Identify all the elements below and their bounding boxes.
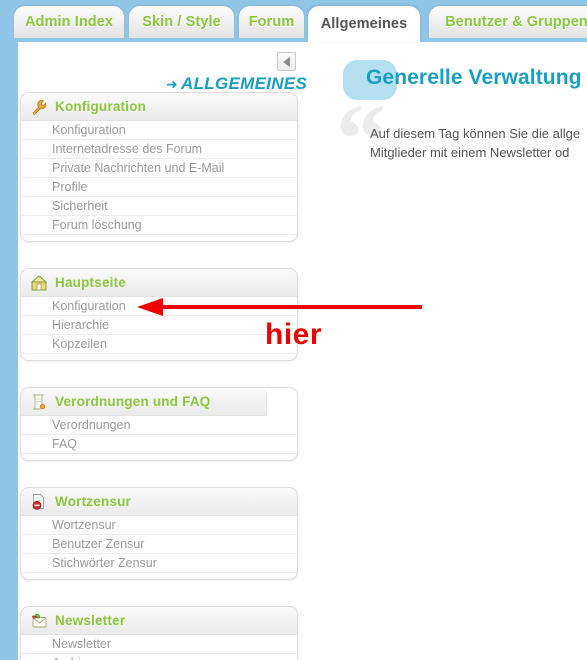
list-item[interactable]: Kopzeilen [21, 335, 297, 354]
panel-list: Wortzensur Benutzer Zensur Stichwörter Z… [21, 516, 297, 579]
panel-header: Konfiguration [21, 93, 297, 121]
collapse-panel-button[interactable] [277, 52, 296, 71]
tab-benutzer-gruppen[interactable]: Benutzer & Gruppen [429, 6, 587, 38]
list-item[interactable]: FAQ [21, 435, 297, 454]
panel-newsletter: Newsletter Newsletter Archiv [20, 606, 298, 660]
list-item[interactable]: Stichwörter Zensur [21, 554, 297, 573]
tab-forum[interactable]: Forum [239, 6, 304, 38]
panel-list: Konfiguration Internetadresse des Forum … [21, 121, 297, 241]
panel-konfiguration: Konfiguration Konfiguration Internetadre… [20, 92, 298, 242]
intro-text-line: Mitglieder mit einem Newsletter od [370, 145, 570, 160]
panel-header: Verordnungen und FAQ [21, 388, 267, 416]
panel-header: Newsletter [21, 607, 297, 635]
panel-header: Hauptseite [21, 269, 297, 297]
panel-title: Verordnungen und FAQ [55, 394, 211, 409]
tab-label: Benutzer & Gruppen [445, 14, 587, 30]
list-item[interactable]: Wortzensur [21, 516, 297, 535]
page-title: Generelle Verwaltung [366, 66, 582, 89]
panel-wortzensur: Wortzensur Wortzensur Benutzer Zensur St… [20, 487, 298, 580]
sidebar-panels: Konfiguration Konfiguration Internetadre… [18, 92, 318, 660]
list-item[interactable]: Internetadresse des Forum [21, 140, 297, 159]
intro-text: Auf diesem Tag können Sie die allge Mitg… [370, 124, 587, 162]
browser-screen: Admin Index Skin / Style Forum Allgemein… [0, 0, 587, 660]
list-item[interactable]: Newsletter [21, 635, 297, 654]
document-blocked-icon [32, 493, 44, 510]
tab-label: Skin / Style [142, 14, 221, 30]
annotation-label: hier [265, 318, 323, 351]
tab-skin-style[interactable]: Skin / Style [129, 6, 234, 38]
list-item[interactable]: Forum löschung [21, 216, 297, 235]
panel-title: Hauptseite [55, 275, 127, 290]
list-item[interactable]: Archiv [21, 654, 297, 660]
list-item[interactable]: Verordnungen [21, 416, 297, 435]
tab-label: Admin Index [24, 14, 114, 30]
envelope-icon [32, 613, 47, 627]
breadcrumb: ➜ ALLGEMEINES [166, 74, 307, 94]
panel-verordnungen-faq: Verordnungen und FAQ Verordnungen FAQ [20, 387, 298, 461]
list-item[interactable]: Hierarchie [21, 316, 297, 335]
panel-list: Konfiguration Hierarchie Kopzeilen [21, 297, 297, 360]
arrow-right-icon: ➜ [166, 76, 179, 92]
tab-allgemeines[interactable]: Allgemeines [308, 6, 420, 42]
left-triangle-icon [283, 56, 290, 67]
main-content: Generelle Verwaltung “ Auf diesem Tag kö… [318, 42, 587, 660]
panel-title: Konfiguration [55, 99, 147, 114]
panel-hauptseite: Hauptseite Konfiguration Hierarchie Kopz… [20, 268, 298, 361]
panel-title: Wortzensur [55, 494, 132, 509]
tab-bar: Admin Index Skin / Style Forum Allgemein… [0, 0, 587, 42]
breadcrumb-label: ALLGEMEINES [181, 74, 308, 93]
house-icon [30, 274, 48, 290]
panel-header: Wortzensur [21, 488, 297, 516]
wrench-icon [32, 99, 47, 115]
scroll-icon [32, 394, 46, 409]
list-item[interactable]: Sicherheit [21, 197, 297, 216]
list-item[interactable]: Konfiguration [21, 297, 297, 316]
list-item[interactable]: Konfiguration [21, 121, 297, 140]
tab-admin-index[interactable]: Admin Index [14, 6, 124, 38]
tab-label: Forum [248, 14, 295, 30]
list-item[interactable]: Private Nachrichten und E-Mail [21, 159, 297, 178]
list-item[interactable]: Benutzer Zensur [21, 535, 297, 554]
panel-list: Newsletter Archiv [21, 635, 297, 660]
tab-label: Allgemeines [320, 16, 408, 32]
intro-text-line: Auf diesem Tag können Sie die allge [370, 126, 581, 141]
panel-title: Newsletter [55, 613, 126, 628]
list-item[interactable]: Profile [21, 178, 297, 197]
panel-list: Verordnungen FAQ [21, 416, 297, 460]
